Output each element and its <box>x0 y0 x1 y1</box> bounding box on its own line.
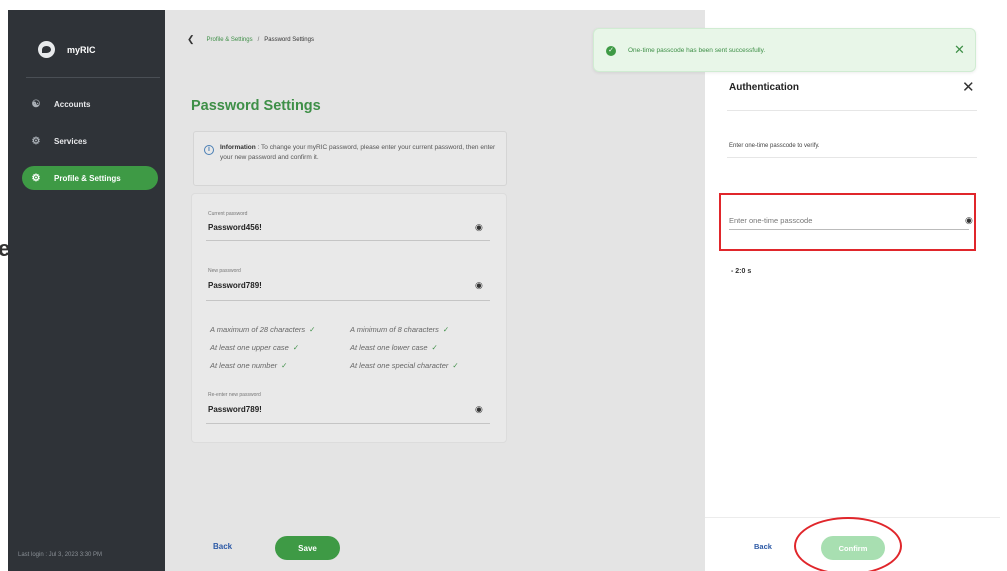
check-icon: ✓ <box>452 361 459 370</box>
rule-text: At least one number <box>210 361 278 370</box>
breadcrumb: ❮ Profile & Settings / Password Settings <box>187 34 314 45</box>
info-message: : To change your myRIC password, please … <box>220 144 496 161</box>
current-password-label: Current password <box>208 211 248 217</box>
new-password-label: New password <box>208 268 241 274</box>
chevron-left-icon[interactable]: ❮ <box>187 34 195 45</box>
services-icon: ⚙ <box>31 135 41 147</box>
panel-title: Authentication <box>729 82 799 93</box>
rule-text: A maximum of 28 characters <box>210 325 306 334</box>
field-underline <box>206 423 490 424</box>
highlight-ellipse <box>794 517 902 571</box>
breadcrumb-current: Password Settings <box>264 36 314 43</box>
app-name: myRIC <box>67 44 96 55</box>
reenter-password-label: Re-enter new password <box>208 392 261 398</box>
close-icon[interactable]: ✕ <box>962 78 975 96</box>
close-icon[interactable]: ✕ <box>954 42 965 58</box>
info-text: Information : To change your myRIC passw… <box>220 143 500 163</box>
back-button[interactable]: Back <box>754 542 772 551</box>
rule-upper-case: At least one upper case ✓ <box>210 343 299 352</box>
divider <box>727 157 977 158</box>
sidebar-item-profile-settings[interactable]: ⚙ Profile & Settings <box>22 166 158 190</box>
rule-max-chars: A maximum of 28 characters ✓ <box>210 325 315 334</box>
screen: e myRIC ☯ Accounts ⚙ Services ⚙ Profile … <box>0 0 1007 571</box>
current-password-field[interactable]: Password456! <box>208 223 262 232</box>
sidebar-item-label: Services <box>54 136 87 146</box>
info-label: Information <box>220 144 256 151</box>
info-box: i Information : To change your myRIC pas… <box>193 131 507 186</box>
field-underline <box>206 240 490 241</box>
new-password-field[interactable]: Password789! <box>208 281 262 290</box>
rule-special-char: At least one special character ✓ <box>350 361 459 370</box>
rule-text: A minimum of 8 characters <box>350 325 439 334</box>
authentication-panel: Authentication ✕ Enter one-time passcode… <box>705 10 1000 571</box>
gear-icon: ⚙ <box>31 172 41 184</box>
sidebar-item-label: Profile & Settings <box>54 173 121 183</box>
success-toast: ✓ One-time passcode has been sent succes… <box>593 28 976 72</box>
sidebar-item-label: Accounts <box>54 99 91 109</box>
breadcrumb-separator: / <box>257 36 260 43</box>
eye-icon[interactable]: ◉ <box>475 280 483 291</box>
rule-lower-case: At least one lower case ✓ <box>350 343 438 352</box>
eye-icon[interactable]: ◉ <box>475 222 483 233</box>
check-icon: ✓ <box>292 343 300 352</box>
page-title: Password Settings <box>191 98 321 114</box>
main-content: ❮ Profile & Settings / Password Settings… <box>165 10 705 571</box>
back-button[interactable]: Back <box>213 542 232 551</box>
rule-min-chars: A minimum of 8 characters ✓ <box>350 325 449 334</box>
check-icon: ✓ <box>431 343 438 352</box>
password-form: Current password Password456! ◉ New pass… <box>191 193 507 443</box>
last-login: Last login : Jul 3, 2023 3:30 PM <box>18 552 103 558</box>
breadcrumb-link[interactable]: Profile & Settings <box>207 37 253 43</box>
divider <box>26 77 160 78</box>
field-underline <box>206 300 490 301</box>
brand: myRIC <box>38 41 96 58</box>
save-button[interactable]: Save <box>275 536 340 560</box>
check-icon: ✓ <box>442 325 450 334</box>
highlight-rectangle <box>719 193 976 251</box>
rule-text: At least one upper case <box>210 343 289 352</box>
check-circle-icon: ✓ <box>606 46 616 56</box>
divider <box>727 110 977 111</box>
rule-text: At least one special character <box>350 361 449 370</box>
countdown-timer: - 2:0 s <box>731 268 752 275</box>
sidebar: myRIC ☯ Accounts ⚙ Services ⚙ Profile & … <box>8 10 165 571</box>
check-icon: ✓ <box>309 325 316 334</box>
toast-message: One-time passcode has been sent successf… <box>628 47 766 54</box>
panel-description: Enter one-time passcode to verify. <box>729 143 820 149</box>
sidebar-item-services[interactable]: ⚙ Services <box>22 129 158 153</box>
sidebar-item-accounts[interactable]: ☯ Accounts <box>22 92 158 116</box>
check-icon: ✓ <box>281 361 288 370</box>
rule-text: At least one lower case <box>350 343 428 352</box>
reenter-password-field[interactable]: Password789! <box>208 405 262 414</box>
logo-icon <box>38 41 55 58</box>
rule-number: At least one number ✓ <box>210 361 287 370</box>
accounts-icon: ☯ <box>31 98 41 110</box>
eye-icon[interactable]: ◉ <box>475 404 483 415</box>
info-icon: i <box>204 145 214 155</box>
